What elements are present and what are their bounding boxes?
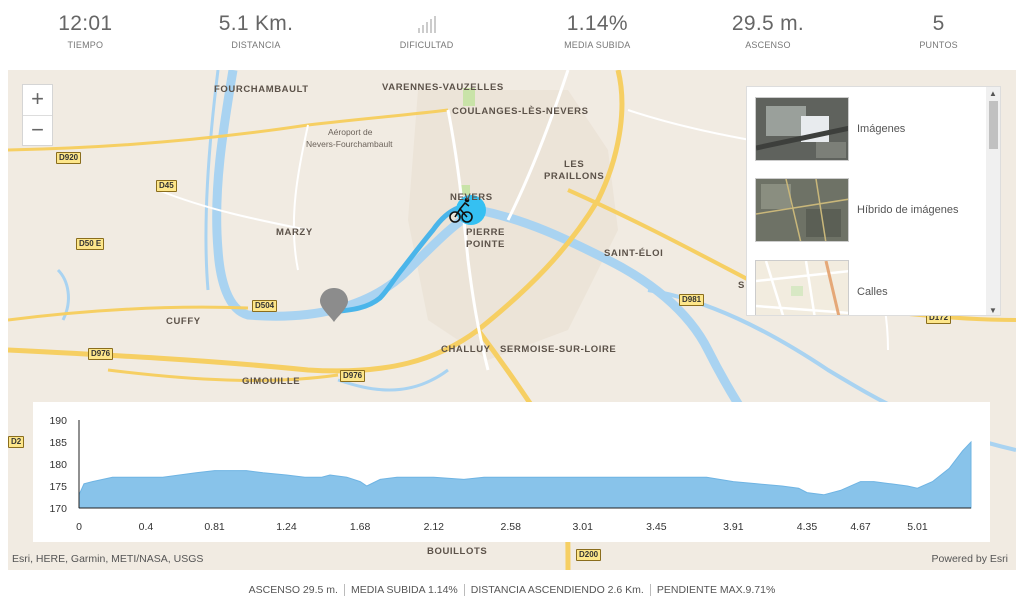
road-d200: D200 (576, 549, 602, 561)
map-label-praillons: PRAILLONS (544, 171, 605, 182)
summary-ascent: ASCENSO 29.5 m. (248, 584, 338, 596)
elevation-profile[interactable]: 190 185 180 175 170 0 0.4 0.81 1.24 1.68 2.12 2.58 3… (33, 402, 990, 542)
zoom-in-button[interactable]: + (23, 85, 52, 115)
basemap-hybrid-thumb (755, 178, 849, 242)
road-d981: D981 (679, 294, 705, 306)
stat-avg-climb-value: 1.14% (566, 12, 628, 35)
x-tick-label: 4.35 (797, 521, 818, 533)
map-attribution: Esri, HERE, Garmin, METI/NASA, USGS (12, 553, 204, 565)
stat-time-label: TIEMPO (67, 40, 104, 50)
x-tick-label: 0.81 (204, 521, 225, 533)
elevation-area (78, 440, 972, 509)
y-tick-label: 175 (49, 481, 67, 493)
stat-time-value: 12:01 (58, 12, 113, 35)
map-label-aeroport-2: Nevers-Fourchambault (306, 139, 393, 149)
basemap-scrollbar[interactable]: ▲ ▼ (986, 87, 1000, 315)
map-label-cuffy: CUFFY (166, 316, 201, 327)
map-label-les: LES (564, 159, 585, 170)
summary-climb-distance: DISTANCIA ASCENDIENDO 2.6 Km. (470, 584, 644, 596)
zoom-out-button[interactable]: − (23, 115, 52, 145)
x-tick-label: 4.67 (850, 521, 871, 533)
map-label-gimouille: GIMOUILLE (242, 376, 301, 387)
basemap-hybrid-label: Híbrido de imágenes (857, 204, 959, 216)
map-label-varennes: VARENNES-VAUZELLES (382, 82, 504, 93)
x-tick-label: 3.01 (573, 521, 594, 533)
stat-distance-label: DISTANCIA (231, 40, 281, 50)
stat-avg-climb: 1.14% MEDIA SUBIDA (512, 0, 683, 70)
basemap-streets-label: Calles (857, 286, 888, 298)
map-label-s: S (738, 280, 745, 291)
basemap-hybrid[interactable]: Híbrido de imágenes (755, 177, 985, 243)
x-tick-label: 5.01 (907, 521, 928, 533)
y-tick-label: 170 (49, 503, 67, 515)
stat-ascent: 29.5 m. ASCENSO (683, 0, 854, 70)
map-label-saint-eloi: SAINT-ÉLOI (604, 248, 664, 259)
stat-difficulty: DIFICULTAD (341, 0, 512, 70)
elevation-chart: 190 185 180 175 170 0 0.4 0.81 1.24 1.68 2.12 2.58 3… (49, 415, 972, 533)
scrollbar-thumb[interactable] (989, 101, 998, 149)
stat-distance: 5.1 Km. DISTANCIA (171, 0, 342, 70)
road-d504: D504 (252, 300, 278, 312)
stats-bar: 12:01 TIEMPO 5.1 Km. DISTANCIA DIFICULTA… (0, 0, 1024, 70)
x-tick-label: 0.4 (139, 521, 154, 533)
scroll-down-icon[interactable]: ▼ (989, 306, 997, 315)
basemap-imagery-thumb (755, 97, 849, 161)
x-tick-label: 2.12 (424, 521, 445, 533)
stat-points-label: PUNTOS (919, 40, 958, 50)
map-label-bouillots: BOUILLOTS (427, 546, 488, 557)
x-tick-label: 0 (76, 521, 82, 533)
summary-max-slope: PENDIENTE MAX.9.71% (656, 584, 776, 596)
map-label-challuy: CHALLUY (441, 344, 491, 355)
map-label-pointe: POINTE (466, 239, 505, 250)
y-tick-label: 190 (49, 415, 67, 427)
x-tick-label: 1.24 (276, 521, 297, 533)
x-tick-label: 1.68 (350, 521, 371, 533)
road-d50e: D50 E (76, 238, 105, 250)
y-tick-label: 185 (49, 437, 67, 449)
summary-avg-climb: MEDIA SUBIDA 1.14% (350, 584, 458, 596)
basemap-imagery-label: Imágenes (857, 123, 906, 135)
basemap-streets[interactable]: Calles (755, 259, 985, 315)
basemap-gallery: Imágenes Híbrido de imágenes Calles ▲ ▼ (746, 86, 1001, 316)
x-tick-label: 3.91 (723, 521, 744, 533)
route-summary: ASCENSO 29.5 m. MEDIA SUBIDA 1.14% DISTANC… (0, 584, 1024, 596)
scroll-up-icon[interactable]: ▲ (989, 89, 997, 98)
road-d920: D920 (56, 152, 82, 164)
road-d976-a: D976 (88, 348, 114, 360)
road-d976-b: D976 (340, 370, 366, 382)
powered-by[interactable]: Powered by Esri (932, 553, 1008, 565)
basemap-imagery[interactable]: Imágenes (755, 96, 985, 162)
stat-difficulty-label: DIFICULTAD (399, 40, 454, 50)
stat-ascent-label: ASCENSO (745, 40, 791, 50)
x-tick-label: 3.45 (646, 521, 667, 533)
y-tick-label: 180 (49, 459, 67, 471)
map-label-sermoise: SERMOISE-SUR-LOIRE (500, 344, 617, 355)
map-label-pierre: PIERRE (466, 227, 505, 238)
map-label-fourchambault: FOURCHAMBAULT (214, 84, 309, 95)
difficulty-bars-icon (341, 12, 512, 36)
road-d2: D2 (8, 436, 25, 448)
stat-points-value: 5 (932, 12, 945, 35)
stat-time: 12:01 TIEMPO (0, 0, 171, 70)
map-label-nevers: NEVERS (450, 192, 493, 203)
map-view[interactable]: FOURCHAMBAULT VARENNES-VAUZELLES COULANG… (8, 70, 1016, 570)
road-d45: D45 (156, 180, 177, 192)
stat-avg-climb-label: MEDIA SUBIDA (564, 40, 631, 50)
x-tick-label: 2.58 (501, 521, 522, 533)
stat-points: 5 PUNTOS (853, 0, 1024, 70)
stat-ascent-value: 29.5 m. (731, 12, 805, 35)
map-label-aeroport-1: Aéroport de (328, 127, 373, 137)
stat-distance-value: 5.1 Km. (218, 12, 294, 35)
map-label-marzy: MARZY (276, 227, 313, 238)
map-label-coulanges: COULANGES-LÈS-NEVERS (452, 106, 589, 117)
basemap-streets-thumb (755, 260, 849, 315)
zoom-control: + − (22, 84, 53, 146)
